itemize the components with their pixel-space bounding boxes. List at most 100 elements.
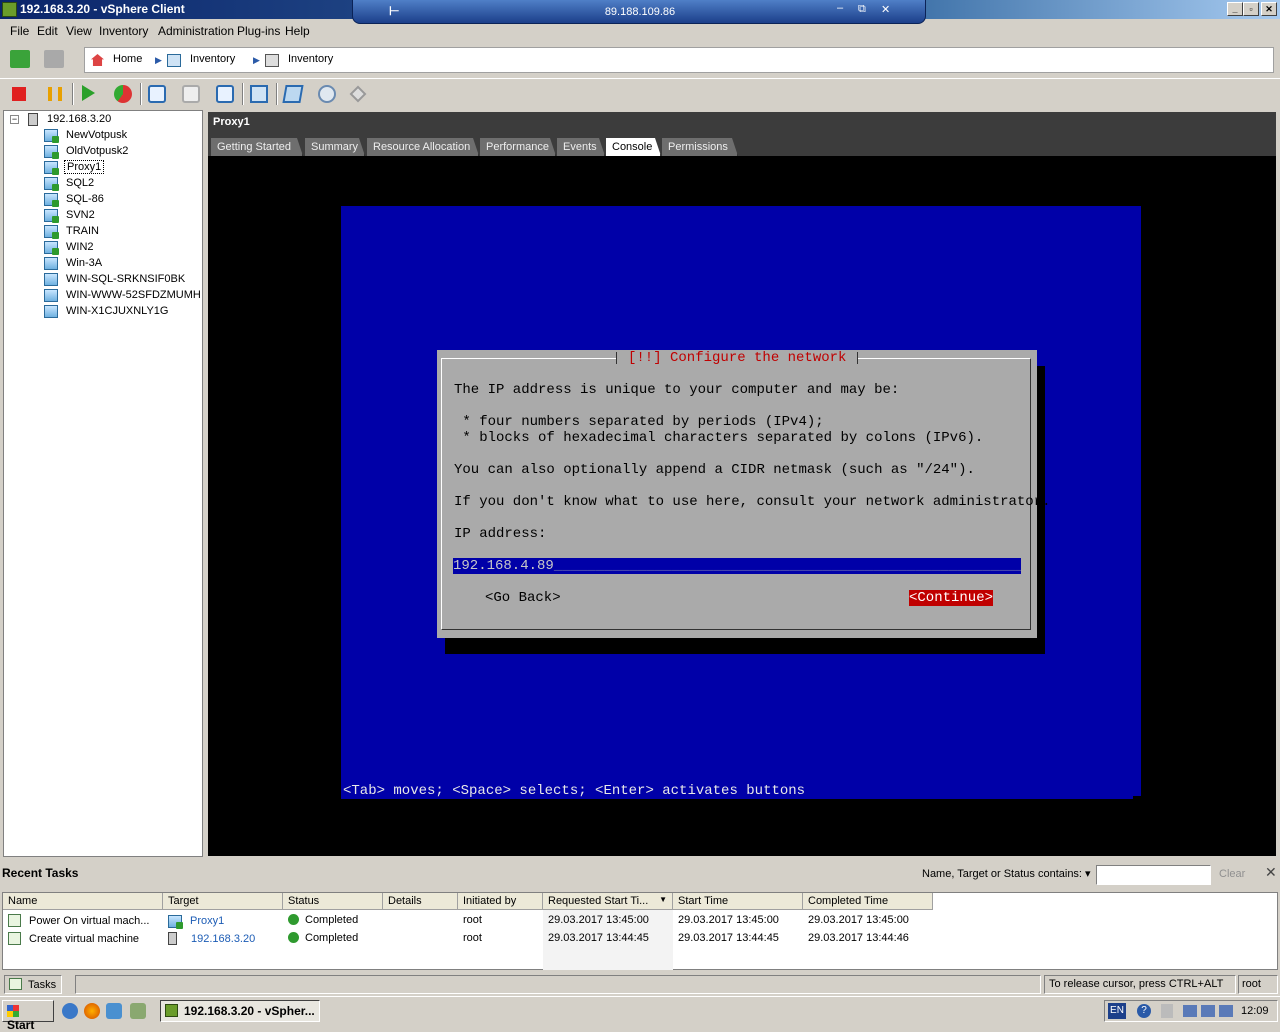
ip-address-label: IP address: [454,526,547,542]
tab-permissions[interactable]: Permissions [662,138,738,156]
vm-powered-on-icon [44,145,59,159]
snapshot-icon[interactable] [148,85,166,103]
usb-icon[interactable] [1161,1004,1173,1018]
collapse-icon[interactable]: − [10,115,19,124]
ip-address-input[interactable]: 192.168.4.89____________________________… [453,558,1021,574]
migrate-icon[interactable] [282,85,304,103]
sort-desc-icon: ▼ [659,895,667,904]
maximize-button[interactable]: ▫ [1243,2,1259,16]
vm-title: Proxy1 [208,112,1276,134]
tab-console[interactable]: Console [606,138,661,156]
inventory-tree: − 192.168.3.20 NewVotpusk OldVotpusk2 Pr… [3,110,203,857]
tab-events[interactable]: Events [557,138,605,156]
language-indicator[interactable]: EN [1108,1003,1126,1019]
edit-settings-icon[interactable] [318,85,336,103]
tab-resource-allocation[interactable]: Resource Allocation [367,138,479,156]
start-button[interactable]: Start [2,1000,54,1032]
ip-address-value: 192.168.4.89 [453,558,554,574]
clear-button[interactable]: Clear [1219,868,1245,880]
column-header[interactable]: Details [383,893,458,910]
task-details [383,930,458,948]
success-icon [288,932,299,943]
vm-powered-on-icon [44,225,59,239]
vsphere-app-icon [2,2,17,17]
vm-powered-on-icon [168,915,183,929]
menu-administration[interactable]: Administration [158,24,234,38]
column-header[interactable]: Start Time [673,893,803,910]
close-button[interactable]: ✕ [1261,2,1277,16]
tab-summary[interactable]: Summary [305,138,365,156]
column-header[interactable]: Status [283,893,383,910]
tree-host[interactable]: 192.168.3.20 [47,113,111,125]
go-back-button[interactable]: <Go Back> [485,590,561,606]
vm-powered-on-icon [44,129,59,143]
help-icon[interactable]: ? [1137,1004,1151,1018]
task-name[interactable]: Create virtual machine [3,930,163,948]
close-icon[interactable]: ✕ [1265,864,1277,881]
menu-file[interactable]: File [10,24,29,38]
status-message: To release cursor, press CTRL+ALT [1044,975,1236,994]
vsphere-quicklaunch-icon[interactable] [130,1003,146,1019]
tasks-button[interactable]: Tasks [4,975,62,994]
revert-snapshot-icon[interactable] [182,85,200,103]
task-name[interactable]: Power On virtual mach... [3,912,163,930]
task-target[interactable]: 192.168.3.20 [163,930,283,948]
installer-footer-hint: <Tab> moves; <Space> selects; <Enter> ac… [341,783,1133,799]
tab-getting-started[interactable]: Getting Started [211,138,303,156]
display-icon[interactable] [1219,1005,1233,1017]
menu-help[interactable]: Help [285,24,310,38]
task-target[interactable]: Proxy1 [163,912,283,930]
minimize-button[interactable]: _ [1227,2,1243,16]
home-icon[interactable] [91,54,104,66]
column-header[interactable]: Initiated by [458,893,543,910]
continue-button[interactable]: <Continue> [909,590,994,606]
column-header-sorted[interactable]: Requested Start Ti... ▼ [543,893,673,910]
dialog-text-line: * four numbers separated by periods (IPv… [454,414,824,430]
suspend-icon[interactable] [48,87,62,101]
rdp-minimize-button[interactable]: – [837,2,843,14]
rdp-restore-button[interactable]: ⧉ [858,3,866,16]
menu-inventory[interactable]: Inventory [99,24,148,38]
column-header[interactable]: Completed Time [803,893,933,910]
back-arrow-icon[interactable] [10,50,30,68]
inventory-icon [167,54,181,67]
breadcrumb-inventory[interactable]: Inventory [190,53,235,65]
task-completed-time: 29.03.2017 13:44:46 [808,932,909,944]
column-header[interactable]: Target [163,893,283,910]
console-icon[interactable] [250,85,268,103]
task-icon [8,932,21,945]
menu-plugins[interactable]: Plug-ins [237,24,280,38]
vsphere-app-icon [165,1004,178,1017]
rdp-close-button[interactable]: ✕ [881,3,890,16]
clock: 12:09 [1241,1005,1269,1017]
forward-arrow-icon[interactable] [44,50,64,68]
network-icon[interactable] [1183,1005,1197,1017]
task-initiated-by: root [463,932,482,944]
status-bar: Tasks To release cursor, press CTRL+ALT … [0,973,1280,995]
explorer-icon[interactable] [106,1003,122,1019]
network-icon[interactable] [1201,1005,1215,1017]
vm-powered-on-icon [44,161,59,175]
power-on-icon[interactable] [82,85,95,101]
menu-edit[interactable]: Edit [37,24,58,38]
breadcrumb-inventory-hosts[interactable]: Inventory [288,53,333,65]
recent-tasks-title: Recent Tasks [2,866,79,880]
ie-icon[interactable] [62,1003,78,1019]
taskbar-vsphere-button[interactable]: 192.168.3.20 - vSpher... [160,1000,320,1022]
menu-view[interactable]: View [66,24,92,38]
hosts-clusters-icon [265,54,279,67]
column-header[interactable]: Name [3,893,163,910]
snapshot-manager-icon[interactable] [216,85,234,103]
reset-icon[interactable] [114,85,132,103]
tasks-icon [9,978,22,990]
filter-label[interactable]: Name, Target or Status contains: ▾ [922,867,1091,880]
breadcrumb: Home ▶ Inventory ▶ Inventory [84,47,1274,73]
firefox-icon[interactable] [84,1003,100,1019]
configure-network-dialog: [!!] Configure the network The IP addres… [437,350,1051,638]
task-filter-input[interactable] [1096,865,1211,885]
tab-performance[interactable]: Performance [480,138,556,156]
power-off-icon[interactable] [12,87,26,101]
vm-console[interactable]: [!!] Configure the network The IP addres… [208,156,1276,856]
breadcrumb-home[interactable]: Home [113,53,142,65]
tools-icon[interactable] [349,85,367,103]
